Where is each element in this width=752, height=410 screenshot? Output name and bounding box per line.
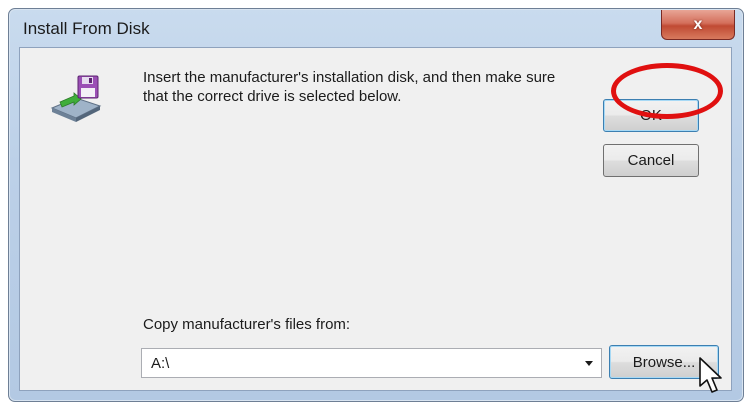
floppy-disk-install-icon [50, 75, 102, 122]
title-bar: Install From Disk x [9, 9, 743, 47]
chevron-down-icon[interactable] [585, 361, 593, 366]
cancel-button[interactable]: Cancel [603, 144, 699, 177]
browse-button[interactable]: Browse... [609, 345, 719, 379]
copy-from-label: Copy manufacturer's files from: [143, 316, 351, 333]
close-button[interactable]: x [661, 10, 735, 40]
ok-button[interactable]: OK [603, 99, 699, 132]
close-icon: x [693, 15, 703, 33]
instruction-text: Insert the manufacturer's installation d… [143, 69, 556, 105]
dialog-body: Insert the manufacturer's installation d… [19, 47, 732, 391]
copy-from-path-combobox[interactable]: A:\ [141, 348, 602, 378]
window-title: Install From Disk [23, 19, 150, 38]
copy-from-path-value: A:\ [151, 355, 170, 372]
install-from-disk-dialog: Install From Disk x Insert the manufactu… [8, 8, 744, 402]
